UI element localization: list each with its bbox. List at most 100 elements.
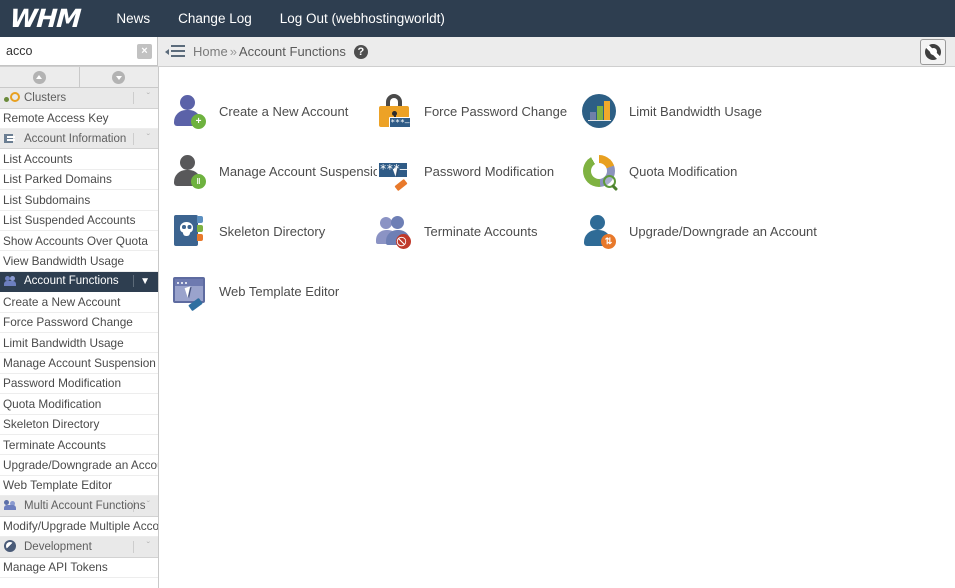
sidebar-category-divider [133, 541, 134, 553]
sidebar-category-label: Account Functions [24, 275, 119, 287]
chevron-down-icon[interactable]: ˇ [147, 133, 150, 144]
sidebar-item-list-parked-domains[interactable]: List Parked Domains [0, 170, 158, 190]
sidebar-category-account-information[interactable]: Account Information ˇ [0, 129, 158, 150]
tile-limit-bandwidth-usage[interactable]: Limit Bandwidth Usage [581, 81, 841, 141]
nav-change-log[interactable]: Change Log [164, 11, 266, 26]
upgrade-downgrade-icon: ⇅ [581, 213, 617, 249]
tile-label: Quota Modification [629, 164, 737, 179]
collapse-sidebar-icon[interactable] [168, 45, 185, 58]
sidebar-category-clusters[interactable]: Clusters ˇ [0, 88, 158, 109]
chevron-down-icon[interactable]: ˇ [147, 500, 150, 511]
main-content: +Create a New Account***– Force Password … [159, 67, 955, 588]
sidebar-category-divider [133, 500, 134, 512]
tile-label: Manage Account Suspension [219, 164, 387, 179]
sidebar: ClustersˇRemote Access KeyAccount Inform… [0, 67, 159, 588]
sidebar-item-manage-account-suspension[interactable]: Manage Account Suspension [0, 353, 158, 373]
sidebar-item-list-subdomains[interactable]: List Subdomains [0, 190, 158, 210]
terminate-accounts-icon: ⃠ [376, 213, 412, 249]
collapse-all-button[interactable] [0, 67, 80, 87]
tile-label: Upgrade/Downgrade an Account [629, 224, 817, 239]
manage-suspension-icon: ‖ [171, 153, 207, 189]
breadcrumb-bar: Home»Account Functions ? [158, 37, 955, 66]
account-information-icon [4, 132, 17, 145]
sidebar-item-skeleton-directory[interactable]: Skeleton Directory [0, 415, 158, 435]
tile-terminate-accounts[interactable]: ⃠ Terminate Accounts [376, 201, 581, 261]
tile-upgrade-downgrade-an-account[interactable]: ⇅ Upgrade/Downgrade an Account [581, 201, 841, 261]
chevron-down-icon [112, 71, 125, 84]
password-modification-icon: ***– [376, 153, 412, 189]
breadcrumb-current: Account Functions [239, 44, 346, 59]
chevron-down-icon[interactable]: ˇ [147, 92, 150, 103]
sidebar-item-remote-access-key[interactable]: Remote Access Key [0, 109, 158, 129]
tile-create-a-new-account[interactable]: +Create a New Account [171, 81, 376, 141]
force-password-change-icon: ***– [376, 93, 412, 129]
tile-label: Create a New Account [219, 104, 348, 119]
sidebar-item-modify-upgrade-multiple-accounts[interactable]: Modify/Upgrade Multiple Accounts [0, 517, 158, 537]
feature-tile-grid: +Create a New Account***– Force Password … [171, 81, 955, 321]
tile-label: Limit Bandwidth Usage [629, 104, 762, 119]
sidebar-category-multi-account-functions[interactable]: Multi Account Functionsˇ [0, 496, 158, 517]
sidebar-item-force-password-change[interactable]: Force Password Change [0, 313, 158, 333]
skeleton-directory-icon [171, 213, 207, 249]
sidebar-item-quota-modification[interactable]: Quota Modification [0, 394, 158, 414]
nav-news[interactable]: News [102, 11, 164, 26]
sidebar-item-show-accounts-over-quota[interactable]: Show Accounts Over Quota [0, 231, 158, 251]
quota-modification-icon [581, 153, 617, 189]
account-functions-icon [4, 275, 17, 288]
sidebar-item-manage-api-tokens[interactable]: Manage API Tokens [0, 558, 158, 578]
chevron-up-icon [33, 71, 46, 84]
limit-bandwidth-icon [581, 93, 617, 129]
sidebar-item-limit-bandwidth-usage[interactable]: Limit Bandwidth Usage [0, 333, 158, 353]
tile-skeleton-directory[interactable]: Skeleton Directory [171, 201, 376, 261]
sidebar-category-label: Clusters [24, 92, 66, 104]
sidebar-category-divider [133, 92, 134, 104]
search-input[interactable] [0, 37, 157, 65]
tile-label: Password Modification [424, 164, 554, 179]
web-template-editor-icon [171, 273, 207, 309]
toolbar: × Home»Account Functions ? [0, 37, 955, 67]
clear-search-icon[interactable]: × [137, 44, 152, 59]
tile-password-modification[interactable]: ***– Password Modification [376, 141, 581, 201]
tile-label: Terminate Accounts [424, 224, 537, 239]
tile-label: Web Template Editor [219, 284, 339, 299]
sidebar-collapse-controls [0, 67, 158, 88]
whm-logo: WHM [9, 4, 81, 33]
help-icon[interactable]: ? [354, 45, 368, 59]
sidebar-item-list-accounts[interactable]: List Accounts [0, 149, 158, 169]
development-icon [4, 540, 17, 553]
tile-quota-modification[interactable]: Quota Modification [581, 141, 841, 201]
tile-force-password-change[interactable]: ***– Force Password Change [376, 81, 581, 141]
sidebar-item-view-bandwidth-usage[interactable]: View Bandwidth Usage [0, 251, 158, 271]
support-button[interactable] [920, 39, 946, 65]
sidebar-category-account-functions[interactable]: Account Functions ▼ [0, 272, 158, 293]
sidebar-category-development[interactable]: Development ˇ [0, 537, 158, 558]
sidebar-item-terminate-accounts[interactable]: Terminate Accounts [0, 435, 158, 455]
nav-log-out[interactable]: Log Out (webhostingworldt) [266, 11, 459, 26]
breadcrumb-home[interactable]: Home [193, 44, 228, 59]
top-header-bar: WHM News Change Log Log Out (webhostingw… [0, 0, 955, 37]
tile-label: Skeleton Directory [219, 224, 325, 239]
tile-label: Force Password Change [424, 104, 567, 119]
tile-manage-account-suspension[interactable]: ‖Manage Account Suspension [171, 141, 376, 201]
page-body: ClustersˇRemote Access KeyAccount Inform… [0, 67, 955, 588]
breadcrumb: Home»Account Functions [193, 44, 346, 59]
sidebar-category-divider [133, 133, 134, 145]
sidebar-item-list-suspended-accounts[interactable]: List Suspended Accounts [0, 211, 158, 231]
tile-web-template-editor[interactable]: Web Template Editor [171, 261, 376, 321]
lifesaver-icon [925, 44, 941, 60]
sidebar-item-password-modification[interactable]: Password Modification [0, 374, 158, 394]
chevron-down-icon[interactable]: ▼ [140, 276, 150, 287]
sidebar-item-upgrade-downgrade-an-account[interactable]: Upgrade/Downgrade an Account [0, 455, 158, 475]
expand-all-button[interactable] [80, 67, 159, 87]
sidebar-category-label: Development [24, 541, 92, 553]
breadcrumb-separator: » [230, 44, 237, 59]
sidebar-category-label: Multi Account Functions [24, 500, 145, 512]
sidebar-category-label: Account Information [24, 133, 126, 145]
sidebar-category-divider [133, 275, 134, 287]
chevron-down-icon[interactable]: ˇ [147, 541, 150, 552]
clusters-icon [4, 91, 17, 104]
sidebar-item-create-a-new-account[interactable]: Create a New Account [0, 292, 158, 312]
sidebar-nav-list: ClustersˇRemote Access KeyAccount Inform… [0, 88, 158, 578]
sidebar-item-web-template-editor[interactable]: Web Template Editor [0, 476, 158, 496]
multi-account-functions-icon [4, 499, 17, 512]
